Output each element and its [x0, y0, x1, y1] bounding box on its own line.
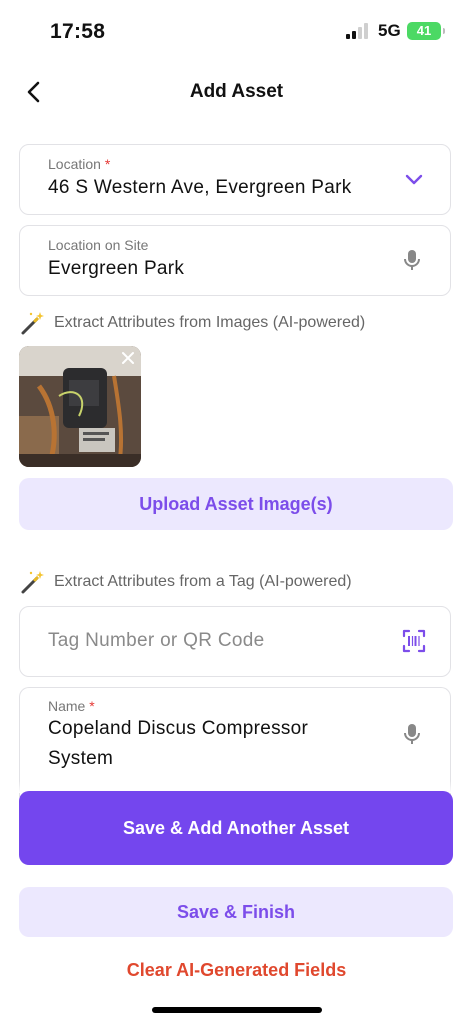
- location-on-site-value: Evergreen Park: [48, 258, 185, 279]
- image-extract-hint: Extract Attributes from Images (AI-power…: [20, 310, 365, 336]
- battery-icon: 41: [407, 22, 445, 40]
- tag-number-field[interactable]: Tag Number or QR Code: [19, 606, 451, 677]
- magic-wand-icon: [21, 571, 44, 594]
- status-time: 17:58: [50, 20, 106, 43]
- name-value-line1: Copeland Discus Compressor: [48, 718, 309, 739]
- name-value-line2: System: [48, 748, 114, 769]
- asset-image-thumbnail[interactable]: [19, 346, 141, 467]
- tag-extract-hint: Extract Attributes from a Tag (AI-powere…: [20, 569, 352, 595]
- location-on-site-field[interactable]: Location on Site Evergreen Park: [19, 225, 451, 296]
- tag-number-placeholder: Tag Number or QR Code: [48, 630, 265, 651]
- page-title: Add Asset: [189, 81, 284, 102]
- location-value: 46 S Western Ave, Evergreen Park: [48, 177, 352, 198]
- network-type: 5G: [378, 21, 401, 40]
- save-add-another-button[interactable]: Save & Add Another Asset: [19, 791, 453, 865]
- nav-header: Add Asset: [0, 72, 473, 112]
- location-select[interactable]: Location * 46 S Western Ave, Evergreen P…: [19, 144, 451, 215]
- home-indicator: [152, 1007, 322, 1013]
- upload-image-button[interactable]: Upload Asset Image(s): [19, 478, 453, 530]
- save-finish-button[interactable]: Save & Finish: [19, 887, 453, 937]
- qr-scan-icon[interactable]: [402, 629, 426, 653]
- clear-ai-fields-button[interactable]: Clear AI-Generated Fields: [0, 960, 473, 981]
- location-label: Location *: [48, 156, 111, 172]
- microphone-icon[interactable]: [400, 248, 424, 272]
- close-icon[interactable]: [121, 351, 135, 365]
- signal-icon: [346, 23, 372, 39]
- name-label: Name *: [48, 698, 95, 714]
- microphone-icon[interactable]: [400, 722, 424, 746]
- magic-wand-icon: [21, 312, 44, 335]
- location-on-site-label: Location on Site: [48, 237, 149, 253]
- chevron-down-icon[interactable]: [402, 167, 426, 191]
- status-bar: 17:58 5G 41: [0, 0, 473, 60]
